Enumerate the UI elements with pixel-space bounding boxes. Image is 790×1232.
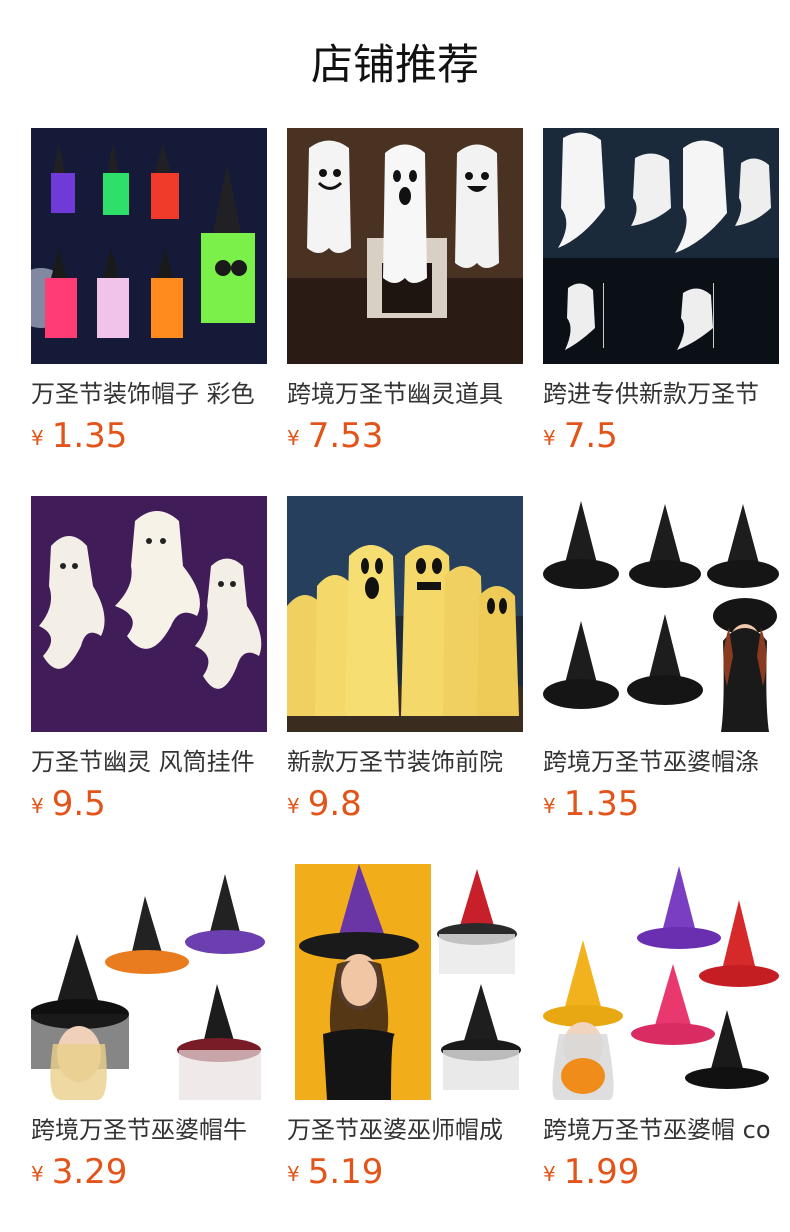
product-price: ¥5.19 (287, 1152, 523, 1198)
currency-symbol: ¥ (287, 426, 300, 450)
price-value: 1.35 (563, 784, 640, 824)
currency-symbol: ¥ (287, 794, 300, 818)
product-card[interactable]: 跨进专供新款万圣节 ¥7.5 (543, 128, 779, 462)
product-name[interactable]: 跨境万圣节巫婆帽 co (543, 1114, 779, 1146)
product-price: ¥9.8 (287, 784, 523, 830)
price-value: 3.29 (51, 1152, 128, 1192)
product-card[interactable]: 跨境万圣节巫婆帽 co ¥1.99 (543, 864, 779, 1198)
price-value: 9.8 (307, 784, 362, 824)
price-value: 1.99 (563, 1152, 640, 1192)
product-name[interactable]: 万圣节巫婆巫师帽成 (287, 1114, 523, 1146)
product-price: ¥1.35 (31, 416, 267, 462)
price-value: 7.5 (563, 416, 618, 456)
product-name[interactable]: 跨境万圣节巫婆帽涤 (543, 746, 779, 778)
product-name[interactable]: 万圣节装饰帽子 彩色 (31, 378, 267, 410)
product-card[interactable]: 跨境万圣节巫婆帽牛 ¥3.29 (31, 864, 267, 1198)
price-value: 9.5 (51, 784, 106, 824)
currency-symbol: ¥ (543, 794, 556, 818)
product-image[interactable] (287, 128, 523, 364)
price-value: 7.53 (307, 416, 384, 456)
product-grid: 万圣节装饰帽子 彩色 ¥1.35 跨境万圣节幽灵道具 ¥ 7.53 跨进专供新款… (31, 128, 779, 1198)
product-card[interactable]: 万圣节巫婆巫师帽成 ¥5.19 (287, 864, 523, 1198)
product-card[interactable]: 跨境万圣节巫婆帽涤 ¥1.35 (543, 496, 779, 830)
product-name[interactable]: 万圣节幽灵 风筒挂件 (31, 746, 267, 778)
product-image[interactable] (31, 496, 267, 732)
currency-symbol: ¥ (543, 426, 556, 450)
product-price: ¥1.99 (543, 1152, 779, 1198)
product-price: ¥7.5 (543, 416, 779, 462)
product-price: ¥1.35 (543, 784, 779, 830)
product-name[interactable]: 跨境万圣节幽灵道具 (287, 378, 523, 410)
product-image[interactable] (31, 864, 267, 1100)
product-price: ¥3.29 (31, 1152, 267, 1198)
price-value: 1.35 (51, 416, 128, 456)
product-price: ¥9.5 (31, 784, 267, 830)
currency-symbol: ¥ (31, 426, 44, 450)
currency-symbol: ¥ (287, 1162, 300, 1186)
product-image[interactable] (287, 864, 523, 1100)
product-card[interactable]: 万圣节幽灵 风筒挂件 ¥9.5 (31, 496, 267, 830)
product-card[interactable]: 万圣节装饰帽子 彩色 ¥1.35 (31, 128, 267, 462)
product-card[interactable]: 新款万圣节装饰前院 ¥9.8 (287, 496, 523, 830)
price-value: 5.19 (307, 1152, 384, 1192)
product-image[interactable] (287, 496, 523, 732)
product-card[interactable]: 跨境万圣节幽灵道具 ¥7.53 (287, 128, 523, 462)
product-image[interactable] (31, 128, 267, 364)
product-name[interactable]: 新款万圣节装饰前院 (287, 746, 523, 778)
product-image[interactable] (543, 128, 779, 364)
product-price: ¥7.53 (287, 416, 523, 462)
product-image[interactable] (543, 864, 779, 1100)
page-title: 店铺推荐 (310, 40, 479, 89)
product-image[interactable] (543, 496, 779, 732)
currency-symbol: ¥ (543, 1162, 556, 1186)
product-name[interactable]: 跨境万圣节巫婆帽牛 (31, 1114, 267, 1146)
currency-symbol: ¥ (31, 1162, 44, 1186)
product-name[interactable]: 跨进专供新款万圣节 (543, 378, 779, 410)
currency-symbol: ¥ (31, 794, 44, 818)
